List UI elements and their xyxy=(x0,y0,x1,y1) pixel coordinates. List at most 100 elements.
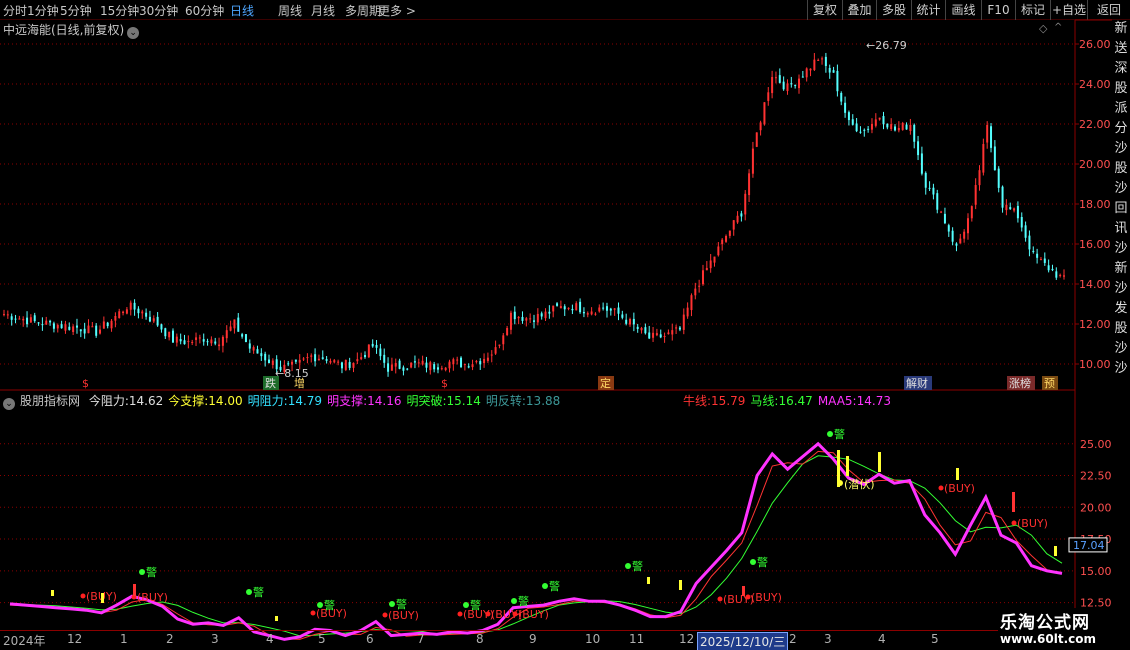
candle-body xyxy=(640,327,643,331)
candle-body xyxy=(993,146,996,171)
date-label: 3 xyxy=(824,632,832,646)
signal-bar xyxy=(878,452,881,472)
candle-body xyxy=(410,362,413,368)
candle-body xyxy=(352,362,355,368)
ma-value-label: 马线: xyxy=(750,394,779,408)
event-marker: 预 xyxy=(1044,377,1055,390)
candle-body xyxy=(563,306,566,310)
candle-body xyxy=(625,319,628,324)
warn-signal-label: 警 xyxy=(253,585,264,599)
candle-body xyxy=(375,344,378,348)
main-y-tick-label: 26.00 xyxy=(1079,38,1111,51)
candle-body xyxy=(847,112,850,121)
candle-body xyxy=(636,326,639,330)
candle-body xyxy=(790,83,793,85)
candle-body xyxy=(436,367,439,370)
candle-body xyxy=(705,267,708,271)
candle-body xyxy=(690,295,693,311)
warn-dot xyxy=(246,589,252,595)
candle-body xyxy=(260,353,263,357)
candle-body xyxy=(901,122,904,130)
candle-body xyxy=(171,330,174,343)
candle-body xyxy=(264,353,267,361)
indicator-chevron-icon[interactable]: ⌄ xyxy=(3,398,15,410)
indicator-value-0: 今阻力:14.62 xyxy=(89,394,163,408)
candle-body xyxy=(836,70,839,92)
candle-body xyxy=(118,311,121,319)
candle-body xyxy=(256,349,259,354)
date-label: 12 xyxy=(679,632,695,646)
candle-body xyxy=(390,364,393,371)
candle-body xyxy=(433,364,436,370)
candle-body xyxy=(894,126,897,131)
price-chart-canvas[interactable]: 26.00 24.00 22.00 20.00 18.00 16.00 14.00 12.00… xyxy=(0,0,1130,650)
candle-body xyxy=(52,323,55,329)
indicator-value-4: 明突破:15.14 xyxy=(406,394,480,408)
signal-bar xyxy=(1012,492,1015,512)
candle-body xyxy=(609,308,612,311)
event-marker: 定 xyxy=(600,376,611,390)
candle-body xyxy=(244,334,247,343)
candle-body xyxy=(187,340,190,342)
candle-body xyxy=(214,341,217,344)
candle-body xyxy=(364,355,367,358)
main-y-tick-label: 16.00 xyxy=(1079,238,1111,251)
candle-body xyxy=(114,315,117,321)
candle-body xyxy=(394,363,397,367)
candle-body xyxy=(3,314,5,316)
candle-body xyxy=(6,314,9,316)
candle-body xyxy=(99,329,102,334)
candle-body xyxy=(486,357,489,361)
event-marker: $ xyxy=(441,377,448,390)
buy-dot xyxy=(80,593,86,599)
candle-body xyxy=(56,325,59,329)
candle-body xyxy=(675,327,678,329)
indicator-value-number: 14.00 xyxy=(208,394,243,408)
candle-body xyxy=(148,316,151,322)
candle-body xyxy=(863,129,866,131)
candle-body xyxy=(1013,208,1016,211)
candle-body xyxy=(387,363,390,372)
indicator-value-number: 14.16 xyxy=(367,394,402,408)
candle-body xyxy=(133,302,136,310)
candle-body xyxy=(152,318,155,322)
candle-body xyxy=(1024,225,1027,238)
candle-body xyxy=(379,348,382,357)
date-label: 5 xyxy=(931,632,939,646)
candle-body xyxy=(517,316,520,319)
candle-body xyxy=(744,193,747,215)
ma-value-number: 14.73 xyxy=(856,394,891,408)
candle-body xyxy=(632,318,635,325)
candle-body xyxy=(798,78,800,89)
candle-body xyxy=(490,354,493,356)
candle-body xyxy=(1047,265,1050,271)
event-marker: 解财 xyxy=(906,376,928,390)
candle-body xyxy=(463,364,466,366)
candle-body xyxy=(367,344,370,358)
candle-body xyxy=(333,360,336,363)
candle-body xyxy=(540,313,543,317)
candle-body xyxy=(755,132,758,147)
date-label: 4 xyxy=(266,632,274,646)
indicator-value-number: 14.62 xyxy=(128,394,164,408)
current-value-label: 17.04 xyxy=(1073,539,1105,552)
candle-body xyxy=(990,126,993,148)
candle-body xyxy=(920,153,923,174)
main-y-tick-label: 18.00 xyxy=(1079,198,1111,211)
ma-value-2: MAA5:14.73 xyxy=(818,394,891,408)
candle-body xyxy=(878,117,881,120)
candle-body xyxy=(1063,275,1065,277)
candle-body xyxy=(986,124,989,143)
candle-body xyxy=(33,315,36,322)
candle-body xyxy=(559,306,562,309)
candle-body xyxy=(955,243,958,246)
date-label: 5 xyxy=(318,632,326,646)
candle-body xyxy=(648,332,651,339)
candle-body xyxy=(890,124,893,129)
candle-body xyxy=(429,362,432,371)
candle-body xyxy=(64,324,67,331)
indicator-y-tick-label: 22.50 xyxy=(1080,470,1112,483)
candle-body xyxy=(621,314,624,318)
signal-bar xyxy=(1054,546,1057,556)
candle-body xyxy=(291,361,294,365)
